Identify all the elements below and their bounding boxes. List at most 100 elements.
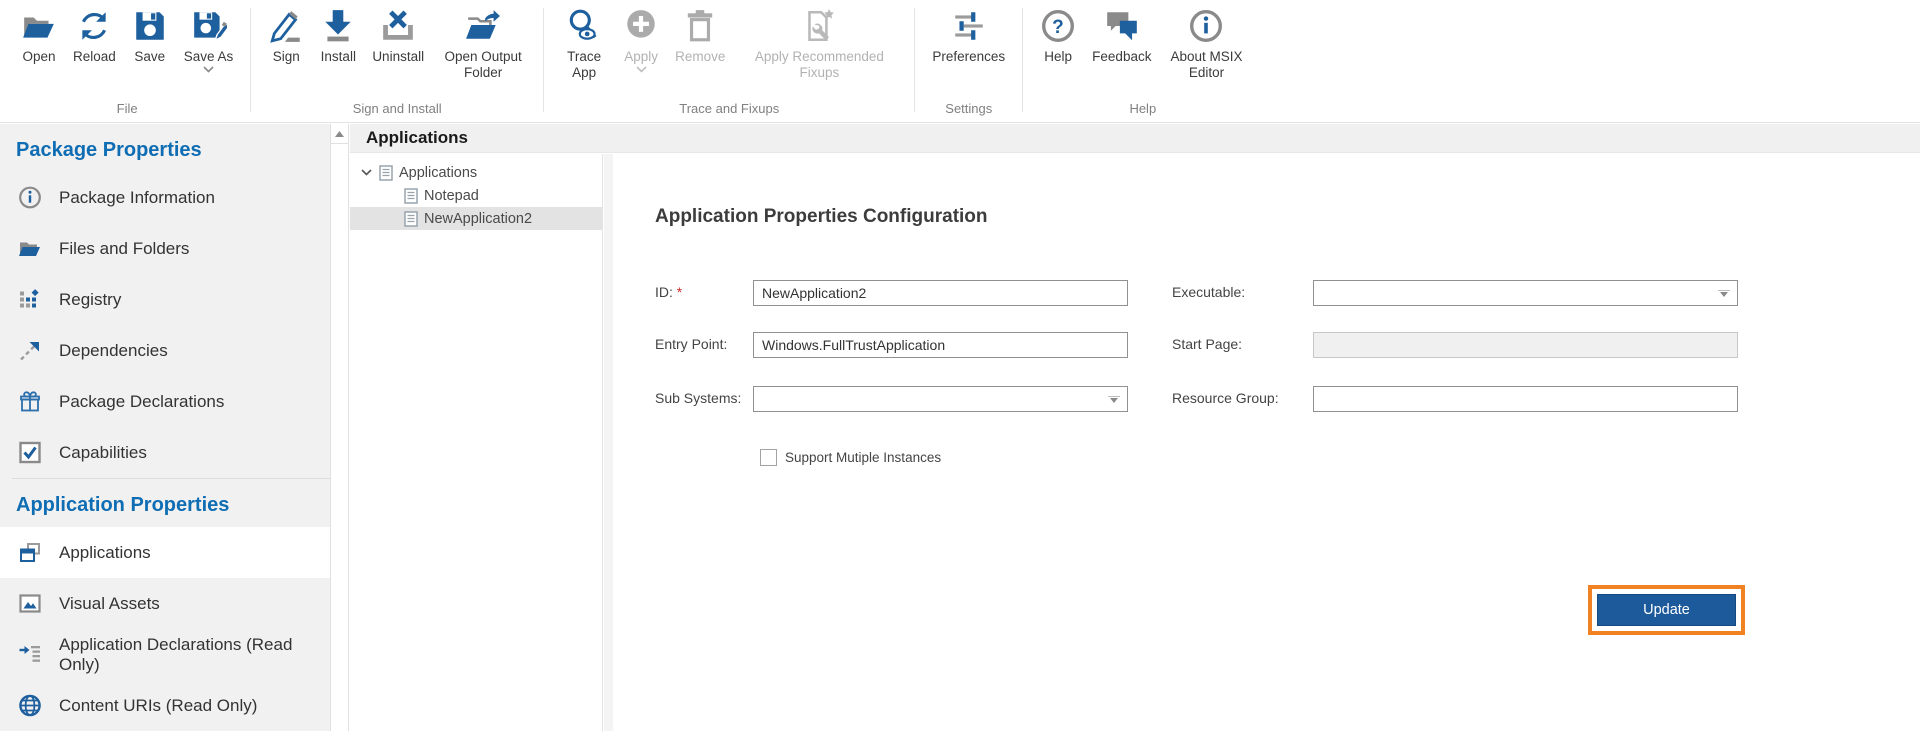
feedback-icon	[1104, 6, 1140, 46]
save-button-label: Save	[134, 49, 165, 65]
sidebar-item-registry[interactable]: Registry	[0, 274, 330, 325]
remove-trash-icon	[682, 6, 718, 46]
application-properties-form: Application Properties Configuration ID:…	[613, 154, 1920, 731]
sidebar-item-label: Package Information	[59, 188, 215, 208]
required-asterisk: *	[677, 284, 682, 300]
sidebar-item-label: Visual Assets	[59, 594, 160, 614]
reload-button-label: Reload	[73, 49, 116, 65]
sub-systems-label: Sub Systems:	[655, 390, 741, 406]
scroll-up-button[interactable]	[331, 124, 348, 144]
gift-box-icon	[18, 390, 42, 414]
ribbon-group-label-trace-and-fixups: Trace and Fixups	[554, 99, 904, 122]
sidebar-item-label: Package Declarations	[59, 392, 224, 412]
save-as-icon	[191, 6, 227, 46]
sidebar-item-files-and-folders[interactable]: Files and Folders	[0, 223, 330, 274]
open-button[interactable]: Open	[14, 0, 64, 67]
support-multiple-instances-row: Support Mutiple Instances	[760, 449, 941, 466]
apply-button-label: Apply	[624, 49, 658, 65]
save-button[interactable]: Save	[125, 0, 175, 67]
apply-button[interactable]: Apply	[616, 0, 666, 75]
registry-grid-icon	[18, 288, 42, 312]
chevron-down-icon	[1108, 396, 1120, 397]
checkbox-check-icon	[18, 441, 42, 465]
fixups-icon	[801, 6, 837, 46]
app-windows-icon	[18, 541, 42, 565]
sidebar-item-package-information[interactable]: Package Information	[0, 172, 330, 223]
chevron-down-icon	[1110, 398, 1118, 403]
save-as-button[interactable]: Save As	[177, 0, 241, 75]
page-title: Applications	[366, 128, 468, 148]
tree-node-label: Notepad	[424, 188, 479, 204]
ribbon-group-label-sign-and-install: Sign and Install	[261, 99, 533, 122]
start-page-input	[1313, 332, 1738, 358]
sign-button-label: Sign	[273, 49, 300, 65]
save-as-button-label: Save As	[184, 49, 234, 65]
uninstall-icon	[380, 6, 416, 46]
ribbon-group-sign-and-install: Sign Install Uninstall	[253, 0, 541, 122]
entry-point-input[interactable]	[753, 332, 1128, 358]
sidebar-item-label: Applications	[59, 543, 151, 563]
executable-dropdown[interactable]	[1313, 280, 1738, 306]
uninstall-button[interactable]: Uninstall	[365, 0, 431, 67]
sidebar-item-application-declarations[interactable]: Application Declarations (Read Only)	[0, 629, 330, 680]
open-output-folder-button[interactable]: Open Output Folder	[433, 0, 533, 83]
resource-group-input[interactable]	[1313, 386, 1738, 412]
sidebar-item-visual-assets[interactable]: Visual Assets	[0, 578, 330, 629]
reload-button[interactable]: Reload	[66, 0, 123, 67]
sidebar-heading-application-properties: Application Properties	[0, 479, 330, 527]
trace-app-icon	[566, 6, 602, 46]
apply-recommended-fixups-button[interactable]: Apply Recommended Fixups	[734, 0, 904, 83]
reload-icon	[76, 6, 112, 46]
remove-button[interactable]: Remove	[668, 0, 732, 67]
ribbon-separator	[914, 8, 915, 112]
svg-text:?: ?	[1052, 17, 1064, 38]
id-input[interactable]	[753, 280, 1128, 306]
ribbon-separator	[543, 8, 544, 112]
chevron-down-icon	[636, 66, 647, 73]
app-window: Open Reload Save	[0, 0, 1920, 731]
sidebar-item-label: Application Declarations (Read Only)	[59, 635, 330, 675]
ribbon-group-settings: Preferences Settings	[917, 0, 1020, 122]
sidebar-item-dependencies[interactable]: Dependencies	[0, 325, 330, 376]
document-icon	[404, 188, 418, 204]
tree-node-applications[interactable]: Applications	[350, 161, 602, 184]
support-multiple-instances-label: Support Mutiple Instances	[785, 450, 941, 465]
document-icon	[404, 211, 418, 227]
feedback-button-label: Feedback	[1092, 49, 1151, 65]
tree-node-newapplication2[interactable]: NewApplication2	[350, 207, 602, 230]
chevron-down-icon	[203, 66, 214, 73]
sidebar-item-capabilities[interactable]: Capabilities	[0, 427, 330, 478]
sidebar-item-package-declarations[interactable]: Package Declarations	[0, 376, 330, 427]
install-button[interactable]: Install	[313, 0, 363, 67]
ribbon-group-label-settings: Settings	[925, 99, 1012, 122]
ribbon-group-help: ? Help Feedback About MSIX Editor	[1025, 0, 1260, 122]
feedback-button[interactable]: Feedback	[1085, 0, 1158, 67]
about-msix-editor-button[interactable]: About MSIX Editor	[1160, 0, 1252, 83]
chevron-down-icon[interactable]	[359, 169, 373, 176]
sign-button[interactable]: Sign	[261, 0, 311, 67]
form-heading: Application Properties Configuration	[655, 206, 988, 228]
sidebar-scrollbar[interactable]	[330, 124, 349, 731]
executable-label: Executable:	[1172, 284, 1245, 300]
sidebar-item-label: Registry	[59, 290, 121, 310]
install-button-label: Install	[321, 49, 356, 65]
ribbon-group-label-file: File	[14, 99, 240, 122]
ribbon-separator	[1022, 8, 1023, 112]
trace-app-button[interactable]: Trace App	[554, 0, 614, 83]
id-label: ID: *	[655, 284, 682, 300]
ribbon-group-label-help: Help	[1033, 99, 1252, 122]
tree-node-label: NewApplication2	[424, 211, 532, 227]
document-icon	[379, 165, 393, 181]
sidebar-item-applications[interactable]: Applications	[0, 527, 330, 578]
update-button[interactable]: Update	[1597, 594, 1736, 626]
resource-group-label: Resource Group:	[1172, 390, 1279, 406]
ribbon-group-trace-and-fixups: Trace App Apply Remove	[546, 0, 912, 122]
tree-node-notepad[interactable]: Notepad	[350, 184, 602, 207]
install-icon	[320, 6, 356, 46]
open-output-folder-button-label: Open Output Folder	[440, 49, 526, 81]
help-button[interactable]: ? Help	[1033, 0, 1083, 67]
sub-systems-dropdown[interactable]	[753, 386, 1128, 412]
preferences-button[interactable]: Preferences	[925, 0, 1012, 67]
sidebar-item-content-uris[interactable]: Content URIs (Read Only)	[0, 680, 330, 731]
support-multiple-instances-checkbox[interactable]	[760, 449, 777, 466]
